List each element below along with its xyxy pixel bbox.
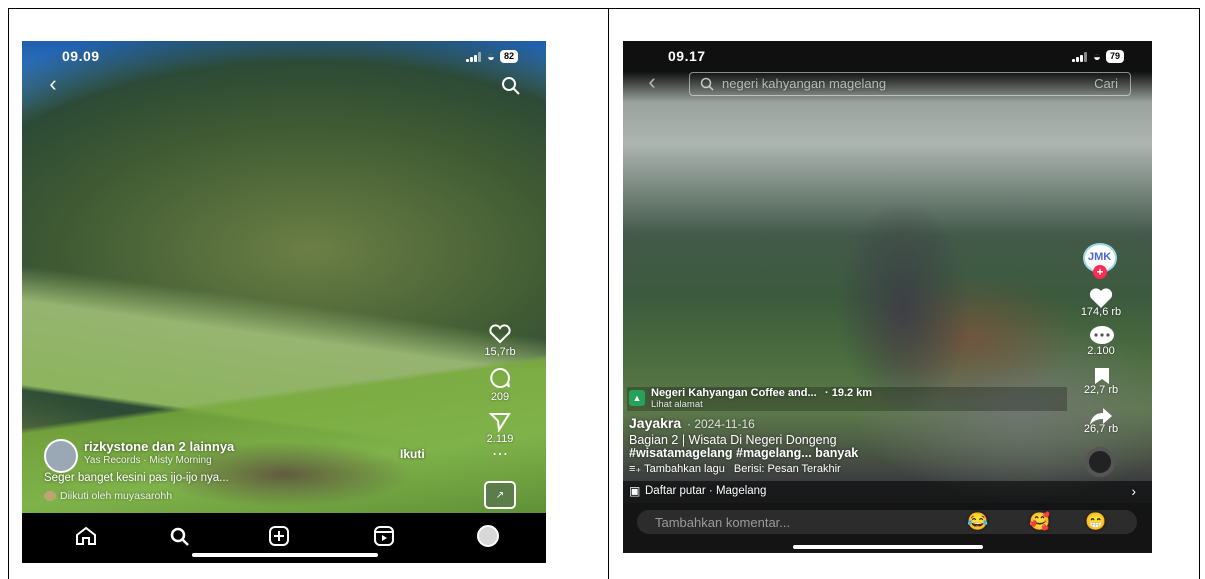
chevron-right-icon: › [1131, 483, 1136, 499]
music-note-icon: ≡₊ [629, 463, 642, 475]
location-name: Negeri Kahyangan Coffee and... [651, 387, 817, 399]
share-count: 26,7 rb [1083, 423, 1119, 435]
wifi-icon: ◒ [487, 49, 495, 64]
follow-plus-icon[interactable]: + [1093, 265, 1107, 279]
playlist-bar[interactable]: ▣ Daftar putar · Magelang › [623, 481, 1152, 503]
signal-icon [1072, 51, 1088, 62]
more-icon[interactable]: ⋯ [490, 447, 510, 463]
love-emoji-icon[interactable]: 🥰 [1029, 512, 1050, 532]
post-date: · 2024-11-16 [687, 417, 755, 431]
playlist-icon: ▣ [629, 484, 641, 498]
bookmark-icon[interactable] [1093, 366, 1111, 386]
share-count: 2.119 [486, 433, 514, 445]
reels-icon[interactable] [372, 525, 396, 547]
tiktok-video-screen: 09.17 ◒ 79 ‹ negeri kahyangan magelang C… [623, 41, 1152, 553]
back-icon[interactable]: ‹ [42, 71, 64, 96]
location-distance: · 19.2 km [825, 387, 873, 399]
comment-icon[interactable] [1088, 325, 1116, 347]
laughing-emoji-icon[interactable]: 😂 [967, 512, 988, 532]
share-icon[interactable] [488, 411, 512, 433]
status-time: 09.09 [62, 48, 100, 64]
home-indicator [793, 545, 983, 549]
caption-line-1[interactable]: Bagian 2 | Wisata Di Negeri Dongeng [629, 433, 837, 447]
search-icon[interactable] [500, 75, 522, 97]
caption[interactable]: Seger banget kesini pas ijo-ijo nya... [44, 472, 229, 484]
signal-icon [466, 51, 482, 62]
location-pin-icon: ▲ [629, 390, 645, 406]
author-name[interactable]: Jayakra [629, 415, 681, 431]
followed-by: Diikuti oleh muyasarohh [44, 490, 172, 502]
avatar[interactable] [44, 439, 78, 473]
account-name[interactable]: rizkystone dan 2 lainnya [84, 439, 234, 454]
search-icon [700, 77, 714, 96]
music-row[interactable]: ≡₊ Tambahkan lagu Berisi: Pesan Terakhir [629, 462, 841, 475]
followed-by-label: Diikuti oleh muyasarohh [60, 490, 173, 502]
back-icon[interactable]: ‹ [643, 69, 661, 94]
location-subtitle: Lihat alamat [651, 399, 703, 410]
follow-button[interactable]: Ikuti [400, 447, 425, 461]
grin-emoji-icon[interactable]: 😁 [1085, 512, 1106, 532]
bottom-nav [22, 513, 546, 563]
profile-avatar[interactable] [477, 525, 499, 547]
home-indicator [192, 553, 378, 557]
wifi-icon: ◒ [1093, 49, 1101, 64]
heart-icon[interactable] [488, 323, 512, 345]
comment-bar: Tambahkan komentar... 😂 🥰 😁 [623, 503, 1152, 553]
cell-divider [608, 8, 609, 579]
music-disc-icon[interactable] [1085, 447, 1115, 477]
audio-thumbnail-icon[interactable]: ↗ [484, 481, 516, 509]
search-query: negeri kahyangan magelang [722, 76, 887, 91]
like-count: 15,7rb [484, 346, 516, 358]
search-icon[interactable] [168, 525, 192, 547]
instagram-reel-screen: 09.09 ◒ 82 ‹ 15,7rb 209 2.119 ⋯ ↗ rizkys… [22, 41, 546, 563]
search-submit-button[interactable]: Cari [1094, 76, 1118, 91]
home-icon[interactable] [74, 525, 98, 547]
playlist-label: Daftar putar · Magelang [645, 485, 767, 497]
save-count: 22,7 rb [1083, 384, 1119, 396]
status-indicators: ◒ 82 [466, 49, 518, 64]
status-indicators: ◒ 79 [1072, 49, 1124, 64]
audio-label[interactable]: Yas Records · Misty Morning [84, 455, 212, 466]
comment-placeholder: Tambahkan komentar... [655, 515, 791, 530]
music-detail: Berisi: Pesan Terakhir [733, 463, 841, 475]
add-song-label: Tambahkan lagu [644, 463, 725, 475]
comment-input[interactable]: Tambahkan komentar... 😂 🥰 😁 [637, 510, 1137, 534]
comment-icon[interactable] [488, 366, 512, 390]
caption-line-2[interactable]: #wisatamagelang #magelang... banyak [629, 446, 858, 460]
battery-icon: 79 [1105, 50, 1124, 63]
status-time: 09.17 [668, 48, 706, 64]
arrow-icon: ↗ [495, 489, 505, 501]
create-post-icon[interactable] [267, 525, 291, 547]
comment-count: 2.100 [1087, 345, 1115, 357]
battery-icon: 82 [499, 50, 518, 63]
mutual-avatar [44, 491, 56, 502]
location-row[interactable]: ▲ Negeri Kahyangan Coffee and... · 19.2 … [627, 387, 1067, 411]
like-count: 174,6 rb [1080, 306, 1122, 318]
badge-label: JMK [1088, 251, 1112, 263]
search-bar[interactable]: negeri kahyangan magelang Cari [689, 72, 1131, 96]
comment-count: 209 [490, 391, 510, 403]
